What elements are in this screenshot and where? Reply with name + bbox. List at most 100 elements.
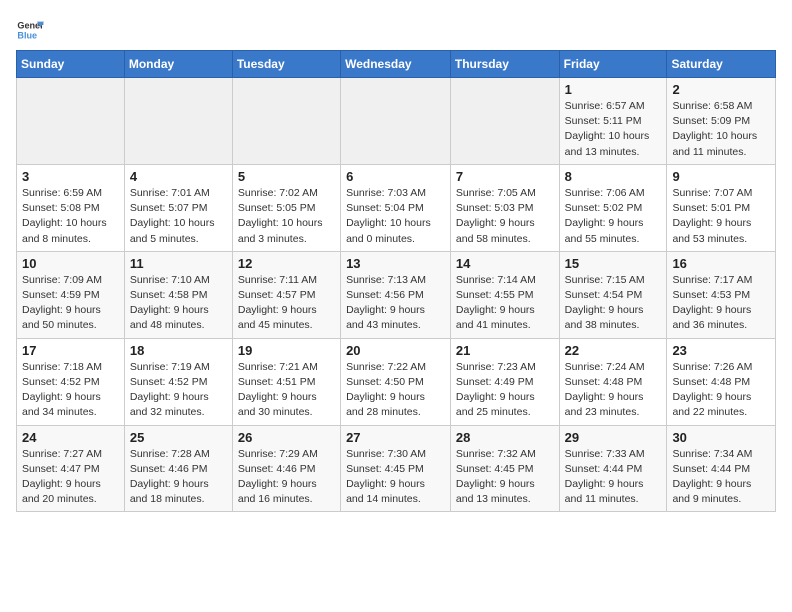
calendar-cell: 29 Sunrise: 7:33 AM Sunset: 4:44 PM Dayli… bbox=[559, 425, 667, 512]
calendar-cell: 15 Sunrise: 7:15 AM Sunset: 4:54 PM Dayli… bbox=[559, 251, 667, 338]
calendar-header-row: SundayMondayTuesdayWednesdayThursdayFrid… bbox=[17, 51, 776, 78]
day-info: Sunrise: 7:23 AM Sunset: 4:49 PM Dayligh… bbox=[456, 360, 554, 421]
calendar: SundayMondayTuesdayWednesdayThursdayFrid… bbox=[16, 50, 776, 512]
logo: General Blue bbox=[16, 16, 48, 44]
calendar-cell: 25 Sunrise: 7:28 AM Sunset: 4:46 PM Dayli… bbox=[124, 425, 232, 512]
day-number: 30 bbox=[672, 430, 770, 445]
day-number: 26 bbox=[238, 430, 335, 445]
day-number: 9 bbox=[672, 169, 770, 184]
day-info: Sunrise: 7:34 AM Sunset: 4:44 PM Dayligh… bbox=[672, 447, 770, 508]
day-number: 23 bbox=[672, 343, 770, 358]
calendar-cell: 19 Sunrise: 7:21 AM Sunset: 4:51 PM Dayli… bbox=[232, 338, 340, 425]
calendar-week-3: 10 Sunrise: 7:09 AM Sunset: 4:59 PM Dayli… bbox=[17, 251, 776, 338]
calendar-header-friday: Friday bbox=[559, 51, 667, 78]
day-info: Sunrise: 7:28 AM Sunset: 4:46 PM Dayligh… bbox=[130, 447, 227, 508]
day-number: 5 bbox=[238, 169, 335, 184]
calendar-body: 1 Sunrise: 6:57 AM Sunset: 5:11 PM Daylig… bbox=[17, 78, 776, 512]
day-number: 27 bbox=[346, 430, 445, 445]
calendar-header-sunday: Sunday bbox=[17, 51, 125, 78]
day-number: 16 bbox=[672, 256, 770, 271]
day-number: 7 bbox=[456, 169, 554, 184]
calendar-cell: 4 Sunrise: 7:01 AM Sunset: 5:07 PM Daylig… bbox=[124, 164, 232, 251]
calendar-header-saturday: Saturday bbox=[667, 51, 776, 78]
day-info: Sunrise: 7:05 AM Sunset: 5:03 PM Dayligh… bbox=[456, 186, 554, 247]
day-number: 14 bbox=[456, 256, 554, 271]
calendar-cell: 23 Sunrise: 7:26 AM Sunset: 4:48 PM Dayli… bbox=[667, 338, 776, 425]
day-info: Sunrise: 7:02 AM Sunset: 5:05 PM Dayligh… bbox=[238, 186, 335, 247]
calendar-cell: 21 Sunrise: 7:23 AM Sunset: 4:49 PM Dayli… bbox=[450, 338, 559, 425]
calendar-week-2: 3 Sunrise: 6:59 AM Sunset: 5:08 PM Daylig… bbox=[17, 164, 776, 251]
calendar-header-monday: Monday bbox=[124, 51, 232, 78]
calendar-cell: 6Sunrise: 7:03 AM Sunset: 5:04 PM Daylig… bbox=[341, 164, 451, 251]
calendar-cell: 8Sunrise: 7:06 AM Sunset: 5:02 PM Daylig… bbox=[559, 164, 667, 251]
calendar-header-tuesday: Tuesday bbox=[232, 51, 340, 78]
day-number: 20 bbox=[346, 343, 445, 358]
day-info: Sunrise: 7:14 AM Sunset: 4:55 PM Dayligh… bbox=[456, 273, 554, 334]
calendar-cell: 20Sunrise: 7:22 AM Sunset: 4:50 PM Dayli… bbox=[341, 338, 451, 425]
day-number: 11 bbox=[130, 256, 227, 271]
day-info: Sunrise: 7:06 AM Sunset: 5:02 PM Dayligh… bbox=[565, 186, 662, 247]
calendar-cell: 27Sunrise: 7:30 AM Sunset: 4:45 PM Dayli… bbox=[341, 425, 451, 512]
calendar-cell: 28Sunrise: 7:32 AM Sunset: 4:45 PM Dayli… bbox=[450, 425, 559, 512]
calendar-cell: 9Sunrise: 7:07 AM Sunset: 5:01 PM Daylig… bbox=[667, 164, 776, 251]
day-number: 15 bbox=[565, 256, 662, 271]
day-number: 21 bbox=[456, 343, 554, 358]
calendar-cell: 2 Sunrise: 6:58 AM Sunset: 5:09 PM Daylig… bbox=[667, 78, 776, 165]
day-info: Sunrise: 7:24 AM Sunset: 4:48 PM Dayligh… bbox=[565, 360, 662, 421]
day-info: Sunrise: 7:19 AM Sunset: 4:52 PM Dayligh… bbox=[130, 360, 227, 421]
calendar-week-1: 1 Sunrise: 6:57 AM Sunset: 5:11 PM Daylig… bbox=[17, 78, 776, 165]
calendar-cell: 17 Sunrise: 7:18 AM Sunset: 4:52 PM Dayli… bbox=[17, 338, 125, 425]
calendar-week-5: 24Sunrise: 7:27 AM Sunset: 4:47 PM Dayli… bbox=[17, 425, 776, 512]
day-info: Sunrise: 7:03 AM Sunset: 5:04 PM Dayligh… bbox=[346, 186, 445, 247]
day-number: 4 bbox=[130, 169, 227, 184]
day-number: 25 bbox=[130, 430, 227, 445]
day-info: Sunrise: 6:59 AM Sunset: 5:08 PM Dayligh… bbox=[22, 186, 119, 247]
calendar-header-wednesday: Wednesday bbox=[341, 51, 451, 78]
day-info: Sunrise: 7:33 AM Sunset: 4:44 PM Dayligh… bbox=[565, 447, 662, 508]
day-info: Sunrise: 6:58 AM Sunset: 5:09 PM Dayligh… bbox=[672, 99, 770, 160]
day-number: 3 bbox=[22, 169, 119, 184]
day-number: 28 bbox=[456, 430, 554, 445]
calendar-cell: 26Sunrise: 7:29 AM Sunset: 4:46 PM Dayli… bbox=[232, 425, 340, 512]
calendar-cell bbox=[450, 78, 559, 165]
day-info: Sunrise: 7:18 AM Sunset: 4:52 PM Dayligh… bbox=[22, 360, 119, 421]
day-info: Sunrise: 7:27 AM Sunset: 4:47 PM Dayligh… bbox=[22, 447, 119, 508]
calendar-cell: 24Sunrise: 7:27 AM Sunset: 4:47 PM Dayli… bbox=[17, 425, 125, 512]
calendar-cell bbox=[17, 78, 125, 165]
day-info: Sunrise: 7:21 AM Sunset: 4:51 PM Dayligh… bbox=[238, 360, 335, 421]
day-info: Sunrise: 7:13 AM Sunset: 4:56 PM Dayligh… bbox=[346, 273, 445, 334]
day-info: Sunrise: 7:11 AM Sunset: 4:57 PM Dayligh… bbox=[238, 273, 335, 334]
calendar-cell: 22 Sunrise: 7:24 AM Sunset: 4:48 PM Dayli… bbox=[559, 338, 667, 425]
calendar-cell: 12 Sunrise: 7:11 AM Sunset: 4:57 PM Dayli… bbox=[232, 251, 340, 338]
calendar-cell: 14 Sunrise: 7:14 AM Sunset: 4:55 PM Dayli… bbox=[450, 251, 559, 338]
calendar-cell: 13 Sunrise: 7:13 AM Sunset: 4:56 PM Dayli… bbox=[341, 251, 451, 338]
calendar-cell: 7 Sunrise: 7:05 AM Sunset: 5:03 PM Daylig… bbox=[450, 164, 559, 251]
calendar-cell: 10 Sunrise: 7:09 AM Sunset: 4:59 PM Dayli… bbox=[17, 251, 125, 338]
day-info: Sunrise: 6:57 AM Sunset: 5:11 PM Dayligh… bbox=[565, 99, 662, 160]
calendar-cell: 5 Sunrise: 7:02 AM Sunset: 5:05 PM Daylig… bbox=[232, 164, 340, 251]
svg-text:Blue: Blue bbox=[17, 30, 37, 40]
day-number: 12 bbox=[238, 256, 335, 271]
calendar-cell: 18Sunrise: 7:19 AM Sunset: 4:52 PM Dayli… bbox=[124, 338, 232, 425]
calendar-cell: 1 Sunrise: 6:57 AM Sunset: 5:11 PM Daylig… bbox=[559, 78, 667, 165]
calendar-cell: 16Sunrise: 7:17 AM Sunset: 4:53 PM Dayli… bbox=[667, 251, 776, 338]
day-number: 10 bbox=[22, 256, 119, 271]
day-number: 13 bbox=[346, 256, 445, 271]
day-info: Sunrise: 7:09 AM Sunset: 4:59 PM Dayligh… bbox=[22, 273, 119, 334]
calendar-cell: 30 Sunrise: 7:34 AM Sunset: 4:44 PM Dayli… bbox=[667, 425, 776, 512]
calendar-cell bbox=[232, 78, 340, 165]
day-number: 29 bbox=[565, 430, 662, 445]
calendar-cell bbox=[124, 78, 232, 165]
logo-icon: General Blue bbox=[16, 16, 44, 44]
day-info: Sunrise: 7:01 AM Sunset: 5:07 PM Dayligh… bbox=[130, 186, 227, 247]
day-number: 1 bbox=[565, 82, 662, 97]
calendar-cell: 11Sunrise: 7:10 AM Sunset: 4:58 PM Dayli… bbox=[124, 251, 232, 338]
calendar-cell bbox=[341, 78, 451, 165]
day-info: Sunrise: 7:15 AM Sunset: 4:54 PM Dayligh… bbox=[565, 273, 662, 334]
day-number: 19 bbox=[238, 343, 335, 358]
day-info: Sunrise: 7:26 AM Sunset: 4:48 PM Dayligh… bbox=[672, 360, 770, 421]
calendar-header-thursday: Thursday bbox=[450, 51, 559, 78]
day-number: 17 bbox=[22, 343, 119, 358]
day-number: 2 bbox=[672, 82, 770, 97]
day-number: 22 bbox=[565, 343, 662, 358]
